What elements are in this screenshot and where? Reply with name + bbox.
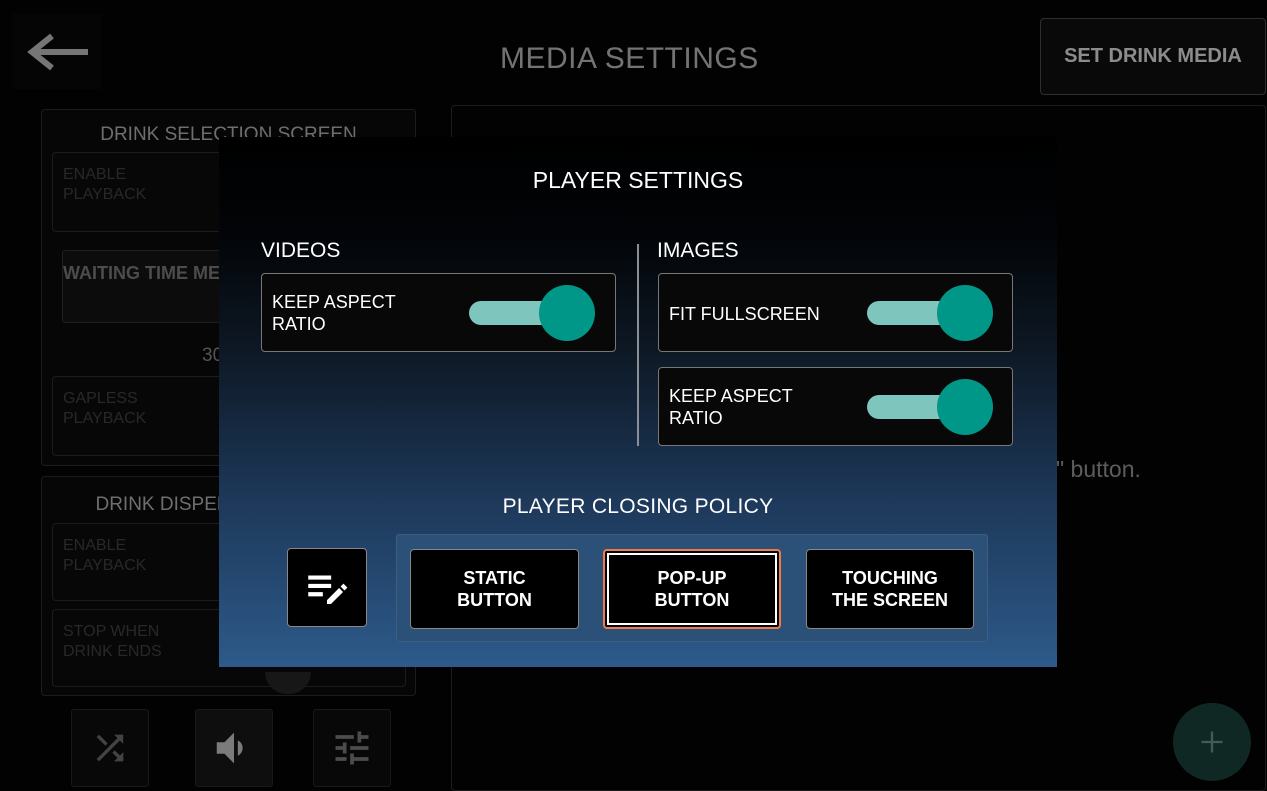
toggle-thumb (539, 285, 595, 341)
images-keep-aspect-ratio-toggle[interactable] (867, 377, 993, 437)
images-fit-fullscreen-row[interactable]: FIT FULLSCREEN (658, 273, 1013, 352)
static-button-option[interactable]: STATIC BUTTON (410, 549, 579, 629)
closing-policy-group: STATIC BUTTON POP-UP BUTTON TOUCHING THE SC… (396, 534, 988, 642)
option-label-line2: THE SCREEN (831, 590, 948, 610)
option-label-line2: BUTTON (457, 590, 532, 610)
player-settings-dialog: PLAYER SETTINGS VIDEOS IMAGES KEEP ASPEC… (219, 137, 1057, 667)
option-label-line2: BUTTON (654, 590, 730, 610)
images-fit-fullscreen-toggle[interactable] (867, 283, 993, 343)
option-label-line1: POP-UP (657, 568, 727, 588)
toggle-thumb (937, 285, 993, 341)
option-label-line1: STATIC (463, 568, 526, 588)
section-divider (637, 244, 639, 446)
popup-button-option[interactable]: POP-UP BUTTON (603, 549, 781, 629)
option-label-line1: TOUCHING (842, 568, 938, 588)
touching-the-screen-option[interactable]: TOUCHING THE SCREEN (806, 549, 974, 629)
videos-keep-aspect-ratio-row[interactable]: KEEP ASPECT RATIO (261, 273, 616, 352)
toggle-thumb (937, 379, 993, 435)
setting-label: KEEP ASPECT RATIO (669, 386, 793, 428)
videos-section-label: VIDEOS (261, 239, 341, 262)
setting-label: FIT FULLSCREEN (669, 304, 820, 324)
setting-label: KEEP ASPECT RATIO (272, 292, 396, 334)
images-section-label: IMAGES (657, 239, 739, 262)
images-keep-aspect-ratio-row[interactable]: KEEP ASPECT RATIO (658, 367, 1013, 446)
edit-button[interactable] (287, 548, 367, 627)
dialog-title: PLAYER SETTINGS (532, 167, 744, 193)
closing-policy-label: PLAYER CLOSING POLICY (502, 495, 774, 518)
videos-keep-aspect-ratio-toggle[interactable] (469, 283, 595, 343)
edit-list-icon (308, 575, 348, 604)
